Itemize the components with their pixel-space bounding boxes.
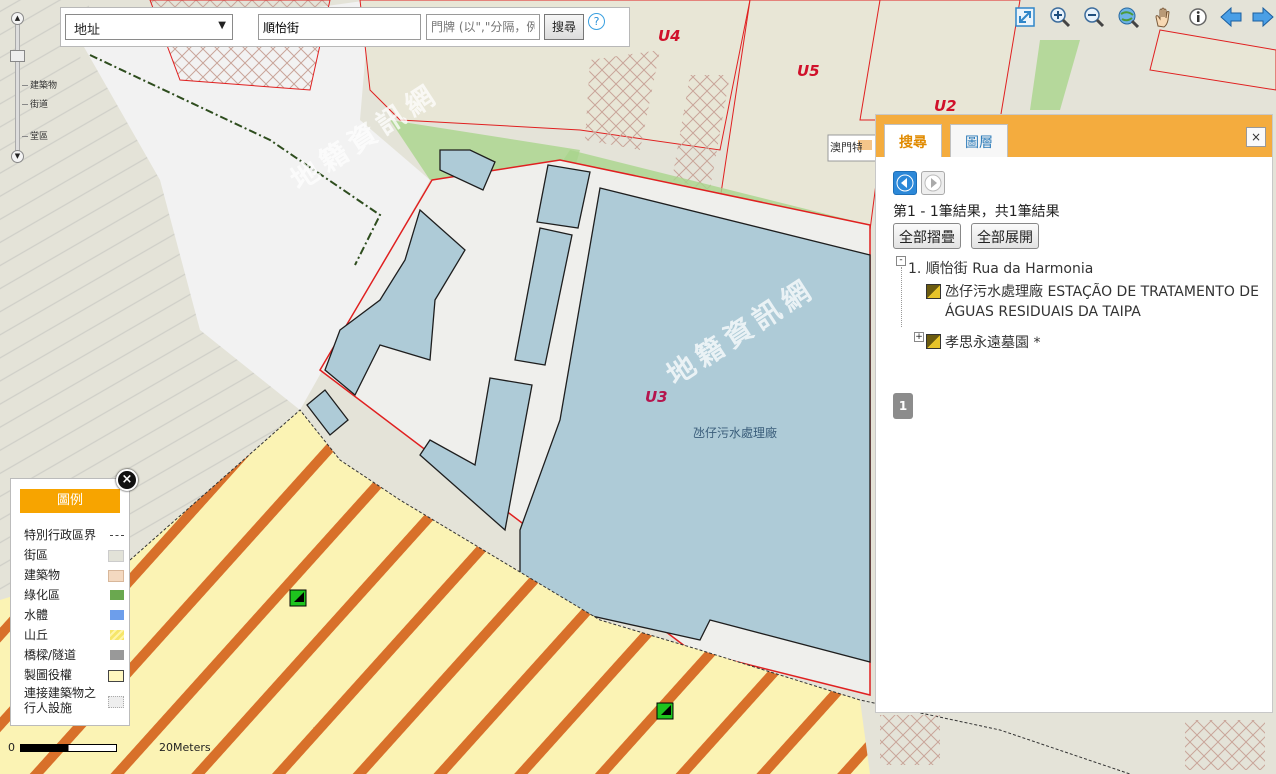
zoom-in-icon[interactable]	[1047, 4, 1073, 30]
zoom-up-arrow-icon[interactable]: ▲	[11, 12, 24, 25]
legend-swatch	[110, 535, 124, 536]
collapse-all-button[interactable]: 全部摺疊	[893, 223, 961, 249]
zoom-tick	[22, 104, 28, 105]
legend-item: 街區	[24, 546, 124, 566]
globe-zoom-icon[interactable]	[1115, 4, 1141, 30]
search-bar: 地址 ▼ 搜尋 ?	[60, 7, 630, 47]
results-tree: - 1. 順怡街 Rua da Harmonia 氹仔污水處理廠 ESTAÇÃO…	[896, 256, 1266, 354]
legend-item: 水體	[24, 606, 124, 626]
full-extent-icon[interactable]	[1012, 4, 1038, 30]
legend-panel: 圖例 特別行政區界 街區 建築物 綠化區 水體 山丘 橋樑/隧道 製圖役權 連接…	[10, 478, 130, 726]
legend-swatch	[108, 550, 124, 562]
scale-graphic	[20, 744, 117, 752]
search-type-value: 地址	[74, 23, 101, 38]
legend-swatch	[110, 650, 124, 660]
pan-hand-icon[interactable]	[1150, 4, 1176, 30]
tree-connector	[901, 267, 903, 327]
plant-name-label: 氹仔污水處理廠	[693, 426, 778, 440]
zoom-out-icon[interactable]	[1081, 4, 1107, 30]
zoom-level-building[interactable]: 建築物	[30, 78, 57, 91]
tree-child-label[interactable]: 孝思永遠墓園 *	[945, 332, 1040, 352]
tab-layers[interactable]: 圖層	[950, 124, 1008, 157]
legend-swatch	[108, 696, 124, 708]
legend-swatch	[108, 570, 124, 582]
scale-bar: 0 20Meters	[8, 740, 228, 760]
zoom-down-arrow-icon[interactable]: ▼	[11, 150, 24, 163]
legend-item-label: 建築物	[24, 568, 61, 582]
tree-root-label[interactable]: 1. 順怡街 Rua da Harmonia	[908, 258, 1093, 278]
panel-tab-bar: 搜尋 圖層 ×	[876, 115, 1272, 157]
legend-item: 橋樑/隧道	[24, 646, 124, 666]
legend-item: 建築物	[24, 566, 124, 586]
expand-toggle-icon[interactable]: +	[914, 332, 924, 342]
parcel-label-u4: U4	[658, 27, 681, 45]
search-type-select[interactable]: 地址 ▼	[65, 14, 233, 40]
tree-child-node[interactable]: + 孝思永遠墓園 *	[896, 330, 1266, 354]
feature-icon	[926, 284, 941, 299]
legend-item: 綠化區	[24, 586, 124, 606]
zoom-tick	[22, 136, 28, 137]
legend-item: 特別行政區界	[24, 526, 124, 546]
help-icon[interactable]: ?	[588, 13, 605, 30]
partial-building-label: 澳門特殊	[830, 141, 862, 154]
tab-search[interactable]: 搜尋	[884, 124, 942, 157]
next-page-button[interactable]	[921, 171, 945, 195]
legend-item-label: 特別行政區界	[24, 528, 97, 542]
zoom-slider[interactable]: ▲ ▼ 建築物 街道 堂區	[10, 12, 60, 163]
zoom-level-street[interactable]: 街道	[30, 97, 48, 110]
legend-item: 連接建築物之行人設施	[24, 686, 124, 720]
legend-item-label: 橋樑/隧道	[24, 648, 77, 662]
legend-item-label: 製圖役權	[24, 668, 73, 682]
parcel-label-u2: U2	[934, 97, 957, 115]
tree-root-node[interactable]: - 1. 順怡街 Rua da Harmonia	[896, 256, 1266, 280]
left-arrow-icon	[896, 174, 914, 192]
next-extent-icon[interactable]	[1250, 4, 1276, 30]
street-input[interactable]	[258, 14, 421, 40]
legend-item-label: 水體	[24, 608, 49, 622]
legend-swatch	[110, 590, 124, 600]
zoom-slider-handle[interactable]	[10, 50, 25, 62]
legend-close-button[interactable]: ×	[116, 469, 138, 491]
feature-icon	[926, 334, 941, 349]
search-button[interactable]: 搜尋	[544, 14, 584, 40]
legend-item-label: 山丘	[24, 628, 49, 642]
map-toolbar	[1010, 2, 1276, 32]
legend-item: 製圖役權	[24, 666, 124, 686]
legend-swatch	[110, 630, 124, 640]
legend-item-label: 連接建築物之行人設施	[24, 686, 97, 715]
legend-swatch	[110, 610, 124, 620]
legend-swatch	[108, 670, 124, 682]
results-summary: 第1 - 1筆結果，共1筆結果	[893, 204, 1060, 220]
previous-page-button[interactable]	[893, 171, 917, 195]
expand-all-button[interactable]: 全部展開	[971, 223, 1039, 249]
info-icon[interactable]	[1185, 4, 1211, 30]
collapse-toggle-icon[interactable]: -	[896, 256, 906, 266]
legend-item: 山丘	[24, 626, 124, 646]
tree-child-label[interactable]: 氹仔污水處理廠 ESTAÇÃO DE TRATAMENTO DE ÁGUAS R…	[945, 282, 1260, 322]
scale-zero: 0	[8, 741, 15, 754]
panel-close-button[interactable]: ×	[1246, 127, 1266, 147]
tree-child-node[interactable]: 氹仔污水處理廠 ESTAÇÃO DE TRATAMENTO DE ÁGUAS R…	[926, 280, 1266, 330]
page-number-button[interactable]: 1	[893, 393, 913, 419]
parcel-label-u5: U5	[797, 62, 820, 80]
search-results-panel: 搜尋 圖層 × 第1 - 1筆結果，共1筆結果 全部摺疊 全部展開 - 1. 順…	[875, 114, 1273, 713]
door-number-input[interactable]	[426, 14, 540, 40]
legend-title: 圖例	[20, 489, 120, 513]
legend-item-label: 綠化區	[24, 588, 61, 602]
legend-item-label: 街區	[24, 548, 49, 562]
zoom-track[interactable]	[15, 20, 20, 160]
previous-extent-icon[interactable]	[1218, 4, 1244, 30]
dropdown-arrow-icon: ▼	[218, 20, 226, 31]
scale-label: 20Meters	[159, 741, 211, 754]
right-arrow-icon	[924, 174, 942, 192]
parcel-label-u3: U3	[645, 388, 668, 406]
zoom-tick	[22, 85, 28, 86]
zoom-level-parish[interactable]: 堂區	[30, 129, 48, 142]
